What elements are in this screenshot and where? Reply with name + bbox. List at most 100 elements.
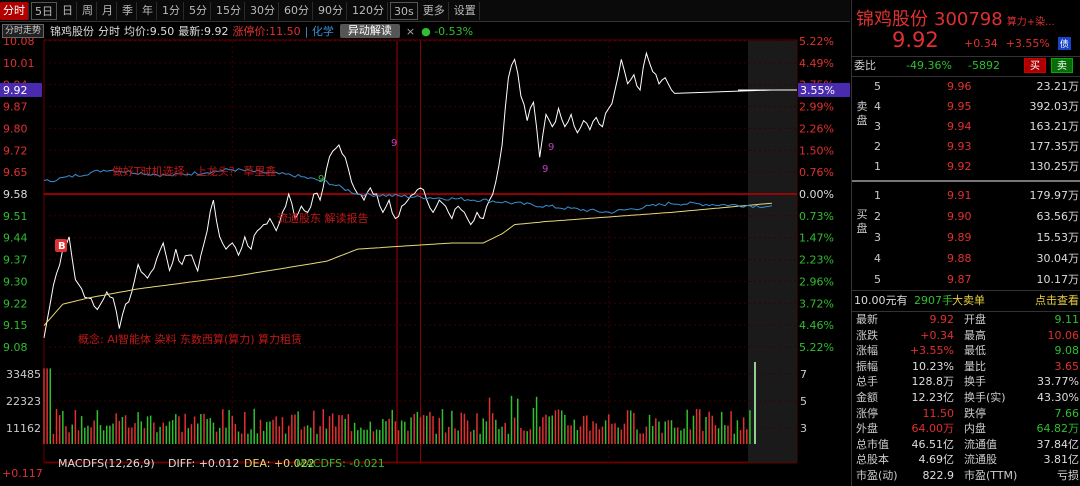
stat-label: 总市值 <box>856 437 889 451</box>
big-order-vol: 2907手 <box>914 294 953 307</box>
bid-row[interactable]: 5 9.87 10.17万 <box>852 270 1080 289</box>
toolbar-item-10[interactable]: 30分 <box>247 1 279 20</box>
stat-row: 涨停 11.50 跌停 7.66 <box>852 406 1080 422</box>
stat-label: 市盈(动) <box>856 469 898 482</box>
bid-row[interactable]: 3 9.89 15.53万 <box>852 228 1080 247</box>
stat-value: 64.82万 <box>1036 422 1080 436</box>
chart-mode: 分时 <box>98 25 121 38</box>
buy-button[interactable]: 买 <box>1024 58 1046 73</box>
stat-row: 涨幅 +3.55% 最低 9.08 <box>852 343 1080 359</box>
toolbar-item-2[interactable]: 日 <box>59 1 77 20</box>
toolbar-item-9[interactable]: 15分 <box>213 1 245 20</box>
stat-label: 开盘 <box>964 313 986 326</box>
quote-stock-name: 锦鸡股份 <box>856 9 928 30</box>
chart-annotation[interactable]: 做好T时机选择，上龙头？ 草里鑫 <box>112 164 276 178</box>
bid-level: 1 <box>874 189 881 202</box>
ask-volume: 23.21万 <box>1036 80 1080 93</box>
current-price-tag-text: 9.92 <box>3 84 28 97</box>
bid-volume: 179.97万 <box>1029 189 1080 202</box>
ask-row[interactable]: 4 9.95 392.03万 <box>852 97 1080 116</box>
sequence-marker: 9 <box>548 142 554 153</box>
toolbar-item-11[interactable]: 60分 <box>281 1 313 20</box>
bid-level: 5 <box>874 273 881 286</box>
intraday-chart[interactable]: 10.085.22%10.014.49%9.943.75%9.872.99%9.… <box>0 22 850 486</box>
stat-label: 涨跌 <box>856 328 878 342</box>
volume-right-tick-label: 7 <box>800 368 807 381</box>
bid-row[interactable]: 4 9.88 30.04万 <box>852 249 1080 268</box>
pct-tick-label: 0.00% <box>799 188 834 201</box>
big-order-link[interactable]: 点击查看 <box>1035 291 1079 310</box>
ask-volume: 392.03万 <box>1029 100 1080 113</box>
sequence-marker: 9 <box>318 174 324 185</box>
big-order-row[interactable]: 10.00元有 2907手 大卖单 点击查看 <box>852 291 1080 310</box>
stat-value: 46.51亿 <box>911 437 955 451</box>
stat-label: 流通股 <box>964 453 997 467</box>
toolbar-item-7[interactable]: 1分 <box>159 1 184 20</box>
volume-right-tick-label: 5 <box>800 395 807 408</box>
stat-value: 3.65 <box>1054 359 1080 373</box>
chart-mode-tag[interactable]: 分时走势 <box>2 24 45 38</box>
stat-value: 10.06 <box>1047 328 1080 342</box>
toolbar-item-6[interactable]: 年 <box>139 1 157 20</box>
toolbar-item-14[interactable]: 30s <box>390 1 418 20</box>
sequence-marker: 9 <box>542 164 548 175</box>
stat-label: 换手 <box>964 375 986 389</box>
macd-value: MACDFS: -0.021 <box>296 457 385 470</box>
stat-label: 换手(实) <box>964 391 1006 404</box>
stat-value: 4.69亿 <box>918 453 955 467</box>
bid-row[interactable]: 2 9.90 63.56万 <box>852 207 1080 226</box>
sector-label[interactable]: | 化学 <box>305 23 334 39</box>
volume-tick-label: 11162 <box>6 422 41 435</box>
toolbar-item-5[interactable]: 季 <box>119 1 137 20</box>
price-tick-label: 9.65 <box>3 166 28 179</box>
pct-tick-label: 1.50% <box>799 144 834 157</box>
volume-tick-label: 22323 <box>6 395 41 408</box>
toolbar-item-0[interactable]: 分时 <box>0 1 29 20</box>
chart-annotation[interactable]: 流通股东 解读报告 <box>277 211 369 225</box>
ask-row[interactable]: 3 9.94 163.21万 <box>852 117 1080 136</box>
price-tick-label: 9.72 <box>3 144 28 157</box>
pct-tick-label: 2.23% <box>799 254 834 267</box>
toolbar-item-13[interactable]: 120分 <box>349 1 388 20</box>
weibi-value: -49.36% <box>906 59 952 72</box>
ask-price: 9.94 <box>947 120 972 133</box>
concept-label[interactable]: 概念: AI智能体 染料 东数西算(算力) 算力租赁 <box>78 332 302 346</box>
pct-tick-label: 5.22% <box>799 341 834 354</box>
toolbar-item-3[interactable]: 周 <box>79 1 97 20</box>
avg-label: 均价: <box>124 25 150 38</box>
abnormal-interpret-button[interactable]: 异动解读 <box>339 24 400 38</box>
toolbar-item-1[interactable]: 5日 <box>31 1 57 20</box>
toolbar-item-8[interactable]: 5分 <box>186 1 211 20</box>
ask-level: 2 <box>874 140 881 153</box>
price-tick-label: 9.22 <box>3 297 28 310</box>
stat-label: 内盘 <box>964 422 986 436</box>
latest-value: 9.92 <box>203 24 229 38</box>
stat-label: 振幅 <box>856 359 878 373</box>
stat-row: 总手 128.8万 换手 33.77% <box>852 374 1080 390</box>
bond-badge[interactable]: 债 <box>1057 37 1071 50</box>
stat-value: 128.8万 <box>911 375 955 389</box>
close-icon[interactable]: × <box>406 25 415 38</box>
stat-value: 亏损 <box>1057 469 1079 482</box>
stat-row: 最新 9.92 开盘 9.11 <box>852 312 1080 328</box>
quote-concept-tag[interactable]: 算力+染... <box>1007 17 1055 28</box>
sell-button[interactable]: 卖 <box>1051 58 1073 73</box>
bid-price: 9.91 <box>947 189 972 202</box>
toolbar-item-4[interactable]: 月 <box>99 1 117 20</box>
volume-right-tick-label: 3 <box>800 422 807 435</box>
ask-row[interactable]: 1 9.92 130.25万 <box>852 157 1080 176</box>
sequence-marker: 9 <box>391 138 397 149</box>
bid-row[interactable]: 1 9.91 179.97万 <box>852 186 1080 205</box>
ask-level: 1 <box>874 160 881 173</box>
toolbar-item-15[interactable]: 更多 <box>420 1 449 20</box>
macd-label[interactable]: MACDFS(12,26,9) <box>58 457 155 470</box>
ask-volume: 163.21万 <box>1029 120 1080 133</box>
ask-row[interactable]: 2 9.93 177.35万 <box>852 137 1080 156</box>
ask-price: 9.93 <box>947 140 972 153</box>
bid-price: 9.88 <box>947 252 972 265</box>
stat-value: 9.92 <box>929 313 955 326</box>
toolbar-item-16[interactable]: 设置 <box>451 1 480 20</box>
toolbar-item-12[interactable]: 90分 <box>315 1 347 20</box>
ask-row[interactable]: 5 9.96 23.21万 <box>852 77 1080 96</box>
volume-tick-label: 33485 <box>6 368 41 381</box>
